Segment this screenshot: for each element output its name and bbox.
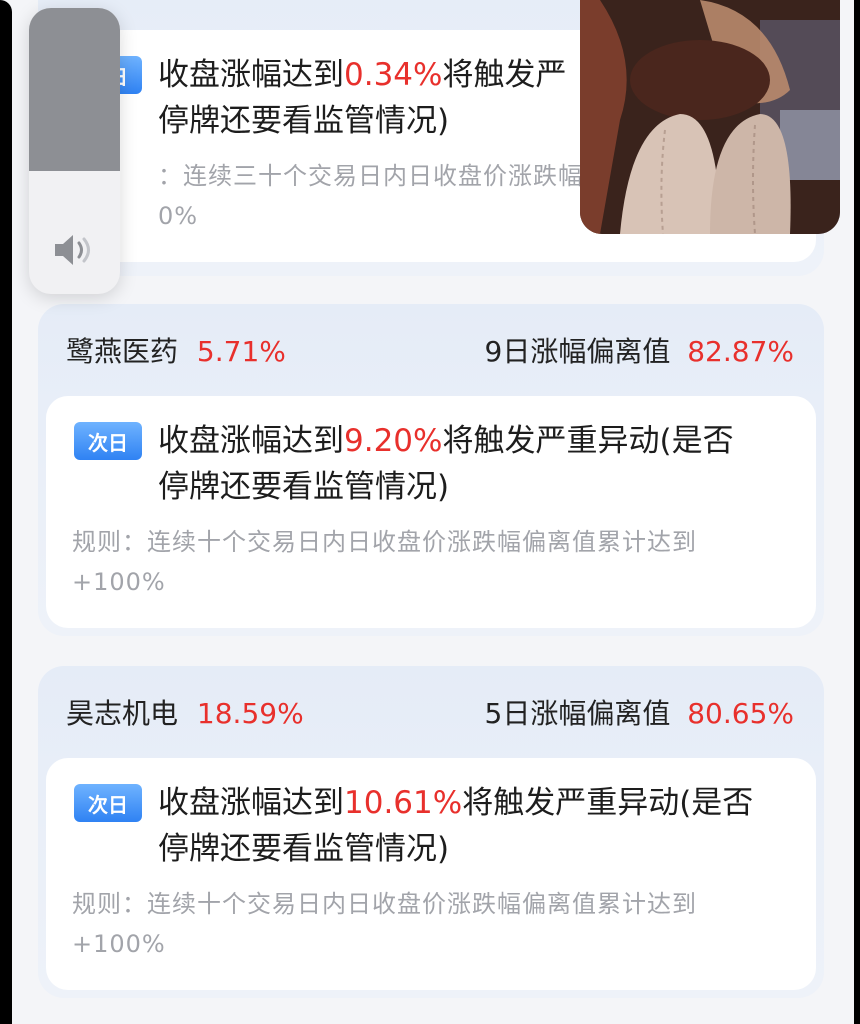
stock-info: 昊志机电 18.59% (66, 692, 304, 732)
alert-panel: 次日 收盘涨幅达到9.20%将触发严重异动(是否 停牌还要看监管情况) 规则：连… (46, 396, 816, 628)
deviation-info: 5日涨幅偏离值 80.65% (485, 692, 795, 732)
rule-line1: 规则：连续十个交易日内日收盘价涨跌幅偏离值累计达到 (72, 528, 697, 556)
alert-suffix: 将触发严重异动(是否 (462, 785, 754, 821)
alert-value: 0.34% (344, 57, 443, 93)
alert-prefix: 收盘涨幅达到 (158, 785, 344, 821)
alert-line2: 停牌还要看监管情况) (158, 831, 450, 867)
alert-panel: 次日 收盘涨幅达到10.61%将触发严重异动(是否 停牌还要看监管情况) 规则：… (46, 758, 816, 990)
card-header: 鹭燕医药 5.71% 9日涨幅偏离值 82.87% (38, 304, 824, 396)
alert-suffix: 将触发严 (442, 57, 567, 93)
stock-info: 鹭燕医药 5.71% (66, 330, 286, 370)
stock-name: 昊志机电 (66, 697, 179, 730)
deviation-info: 9日涨幅偏离值 82.87% (485, 330, 795, 370)
next-day-badge: 次日 (74, 422, 142, 460)
stock-name: 鹭燕医药 (66, 335, 179, 368)
rule-line1: 规则：连续十个交易日内日收盘价涨跌幅偏离值累计达到 (72, 890, 697, 918)
alert-text: 收盘涨幅达到10.61%将触发严重异动(是否 停牌还要看监管情况) (158, 780, 796, 872)
stock-card[interactable]: 昊志机电 18.59% 5日涨幅偏离值 80.65% 次日 收盘涨幅达到10.6… (38, 666, 824, 998)
alert-value: 9.20% (344, 423, 443, 459)
video-frame-image (580, 0, 840, 234)
volume-slider[interactable] (29, 8, 120, 294)
deviation-value: 80.65% (687, 697, 794, 730)
rule-line2: +100% (72, 930, 166, 958)
alert-text: 收盘涨幅达到9.20%将触发严重异动(是否 停牌还要看监管情况) (158, 418, 796, 510)
alert-prefix: 收盘涨幅达到 (158, 57, 344, 93)
card-header: 昊志机电 18.59% 5日涨幅偏离值 80.65% (38, 666, 824, 758)
next-day-badge: 次日 (74, 784, 142, 822)
alert-prefix: 收盘涨幅达到 (158, 423, 344, 459)
device-frame-right (854, 0, 860, 1024)
video-pip[interactable] (580, 0, 840, 234)
rule-text: 规则：连续十个交易日内日收盘价涨跌幅偏离值累计达到 +100% (72, 884, 796, 964)
stock-change: 5.71% (196, 335, 286, 368)
rule-line2: +100% (72, 568, 166, 596)
speaker-icon (55, 235, 90, 265)
deviation-value: 82.87% (687, 335, 794, 368)
alert-line2: 停牌还要看监管情况) (158, 103, 450, 139)
alert-line2: 停牌还要看监管情况) (158, 469, 450, 505)
rule-text: 规则：连续十个交易日内日收盘价涨跌幅偏离值累计达到 +100% (72, 522, 796, 602)
stock-card[interactable]: 鹭燕医药 5.71% 9日涨幅偏离值 82.87% 次日 收盘涨幅达到9.20%… (38, 304, 824, 636)
device-frame-left (0, 0, 12, 1024)
stock-change: 18.59% (196, 697, 304, 730)
volume-empty-track (29, 8, 120, 172)
alert-suffix: 将触发严重异动(是否 (442, 423, 734, 459)
alert-value: 10.61% (344, 785, 463, 821)
deviation-label: 5日涨幅偏离值 (484, 697, 671, 730)
deviation-label: 9日涨幅偏离值 (484, 335, 671, 368)
